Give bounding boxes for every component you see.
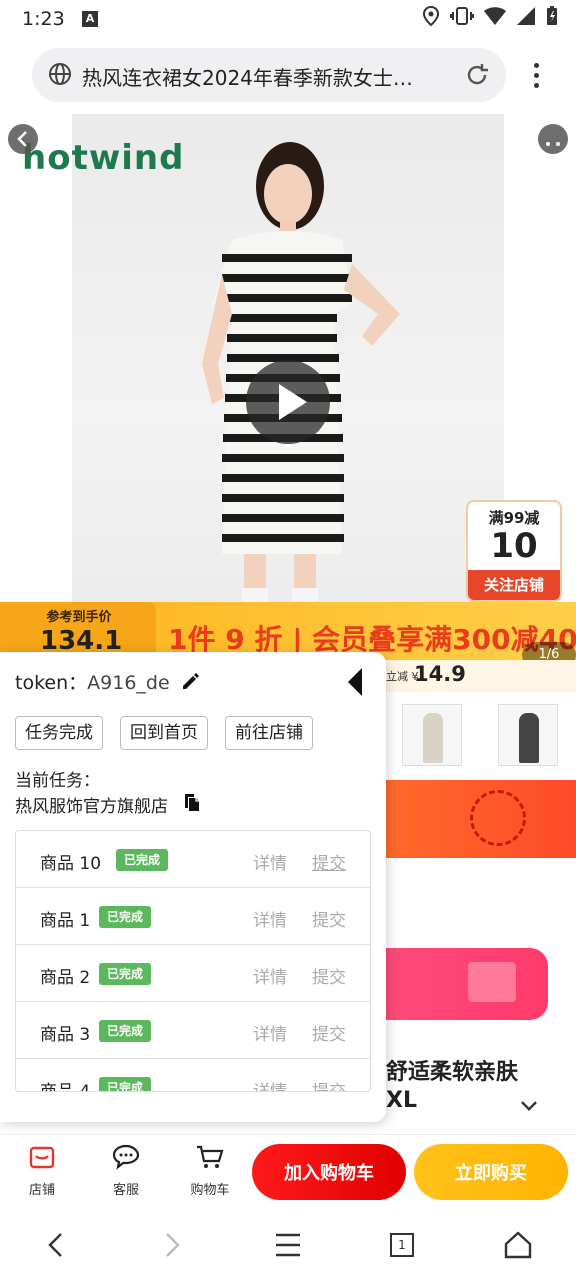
globe-icon [49,63,71,85]
shop-icon [29,1146,55,1169]
status-time: 1:23 [22,8,65,30]
nav-forward-icon[interactable] [160,1230,184,1260]
copy-icon[interactable] [182,792,202,812]
task-item[interactable]: 商品 2 已完成 详情 提交 [16,945,370,1002]
detail-link[interactable]: 详情 [253,963,287,988]
coupon-amount: 10 [490,526,538,566]
gift-banner[interactable] [386,948,548,1020]
chevron-down-icon[interactable] [521,1095,537,1111]
url-text[interactable]: 热风连衣裙女2024年春季新款女士… [82,62,452,91]
location-icon [422,6,440,26]
vibrate-icon [450,7,474,25]
cart-tab[interactable]: 购物车 [180,1143,240,1198]
token-row: token：A916_de [15,668,170,695]
recommend-thumb[interactable] [498,704,558,766]
current-task-label: 当前任务： [15,771,100,791]
status-bar: 1:23 A [0,0,576,38]
task-item-name: 商品 4 [40,1082,91,1092]
submit-link[interactable]: 提交 [312,849,346,874]
promo-banner[interactable] [386,780,576,858]
reload-icon[interactable] [464,62,490,88]
more-button[interactable] [538,124,568,154]
task-item-name: 商品 2 [40,968,91,988]
back-button[interactable] [8,124,38,154]
customer-service-tab[interactable]: 客服 [96,1143,156,1198]
pencil-icon[interactable] [180,670,202,692]
coupon-threshold: 满99减 [488,509,540,527]
menu-icon[interactable] [274,1230,302,1260]
token-value: A916_de [87,672,170,694]
font-icon: A [82,11,98,27]
cart-label: 购物车 [190,1183,230,1198]
shop-tab[interactable]: 店铺 [12,1143,72,1198]
submit-link[interactable]: 提交 [312,1077,346,1091]
detail-link[interactable]: 详情 [253,849,287,874]
address-bar[interactable]: 热风连衣裙女2024年春季新款女士… [32,48,506,102]
follow-shop-label: 关注店铺 [468,570,560,600]
brand-logo: hotwind [22,138,185,178]
task-item-name: 商品 1 [40,911,91,931]
chevron-left-icon [17,131,27,147]
task-panel: token：A916_de 任务完成 回到首页 前往店铺 当前任务： 热风服饰官… [0,652,386,1122]
status-badge: 已完成 [99,963,152,985]
more-dots-icon [546,142,560,146]
buy-now-button[interactable]: 立即购买 [414,1144,568,1200]
token-label: token： [15,672,88,694]
wifi-icon [484,7,506,25]
cart-icon [197,1145,224,1168]
chat-icon [112,1144,140,1170]
home-icon[interactable] [504,1230,532,1260]
bottom-action-bar: 店铺 客服 购物车 加入购物车 立即购买 [0,1134,576,1208]
status-icons [422,6,558,26]
task-item[interactable]: 商品 10 已完成 详情 提交 [16,831,370,888]
status-badge: 已完成 [99,906,152,928]
submit-link[interactable]: 提交 [312,963,346,988]
add-to-cart-button[interactable]: 加入购物车 [252,1144,406,1200]
task-item-name: 商品 3 [40,1025,91,1045]
go-to-shop-button[interactable]: 前往店铺 [225,716,313,750]
video-play-button[interactable] [246,360,330,444]
nav-back-icon[interactable] [44,1230,68,1260]
product-title-fragment: 舒适柔软亲肤 [386,1060,519,1085]
product-size-fragment: XL [386,1088,417,1113]
follow-shop-coupon[interactable]: 满99减 10 关注店铺 [466,500,562,602]
gift-icon [468,962,516,1002]
submit-link[interactable]: 提交 [312,906,346,931]
customer-service-label: 客服 [112,1183,139,1198]
status-badge: 已完成 [99,1020,152,1042]
home-button[interactable]: 回到首页 [120,716,208,750]
shop-label: 店铺 [28,1183,55,1198]
tabs-button[interactable]: 1 [390,1233,414,1257]
task-item[interactable]: 商品 3 已完成 详情 提交 [16,1002,370,1059]
system-nav-bar: 1 [0,1208,576,1280]
task-list[interactable]: 商品 10 已完成 详情 提交 商品 1 已完成 详情 提交 商品 2 已完成 … [15,830,371,1092]
coupon-value: 14.9 [414,662,466,686]
task-complete-button[interactable]: 任务完成 [15,716,103,750]
status-badge: 已完成 [116,849,169,871]
status-badge: 已完成 [99,1077,152,1091]
recommend-thumb[interactable] [402,704,462,766]
browser-menu-button[interactable] [528,60,544,90]
reference-price-label: 参考到手价 [46,610,112,625]
current-shop-name: 热风服饰官方旗舰店 [15,797,168,817]
task-item-name: 商品 10 [40,854,102,874]
signal-icon [517,7,535,25]
submit-link[interactable]: 提交 [312,1020,346,1045]
task-item[interactable]: 商品 4 已完成 详情 提交 [16,1059,370,1092]
detail-link[interactable]: 详情 [253,1020,287,1045]
battery-icon [547,6,557,25]
collapse-panel-icon[interactable] [348,668,362,696]
task-item[interactable]: 商品 1 已完成 详情 提交 [16,888,370,945]
detail-link[interactable]: 详情 [253,906,287,931]
detail-link[interactable]: 详情 [253,1077,287,1091]
underlay-coupon: 立减 ¥ 14.9 [386,660,576,692]
